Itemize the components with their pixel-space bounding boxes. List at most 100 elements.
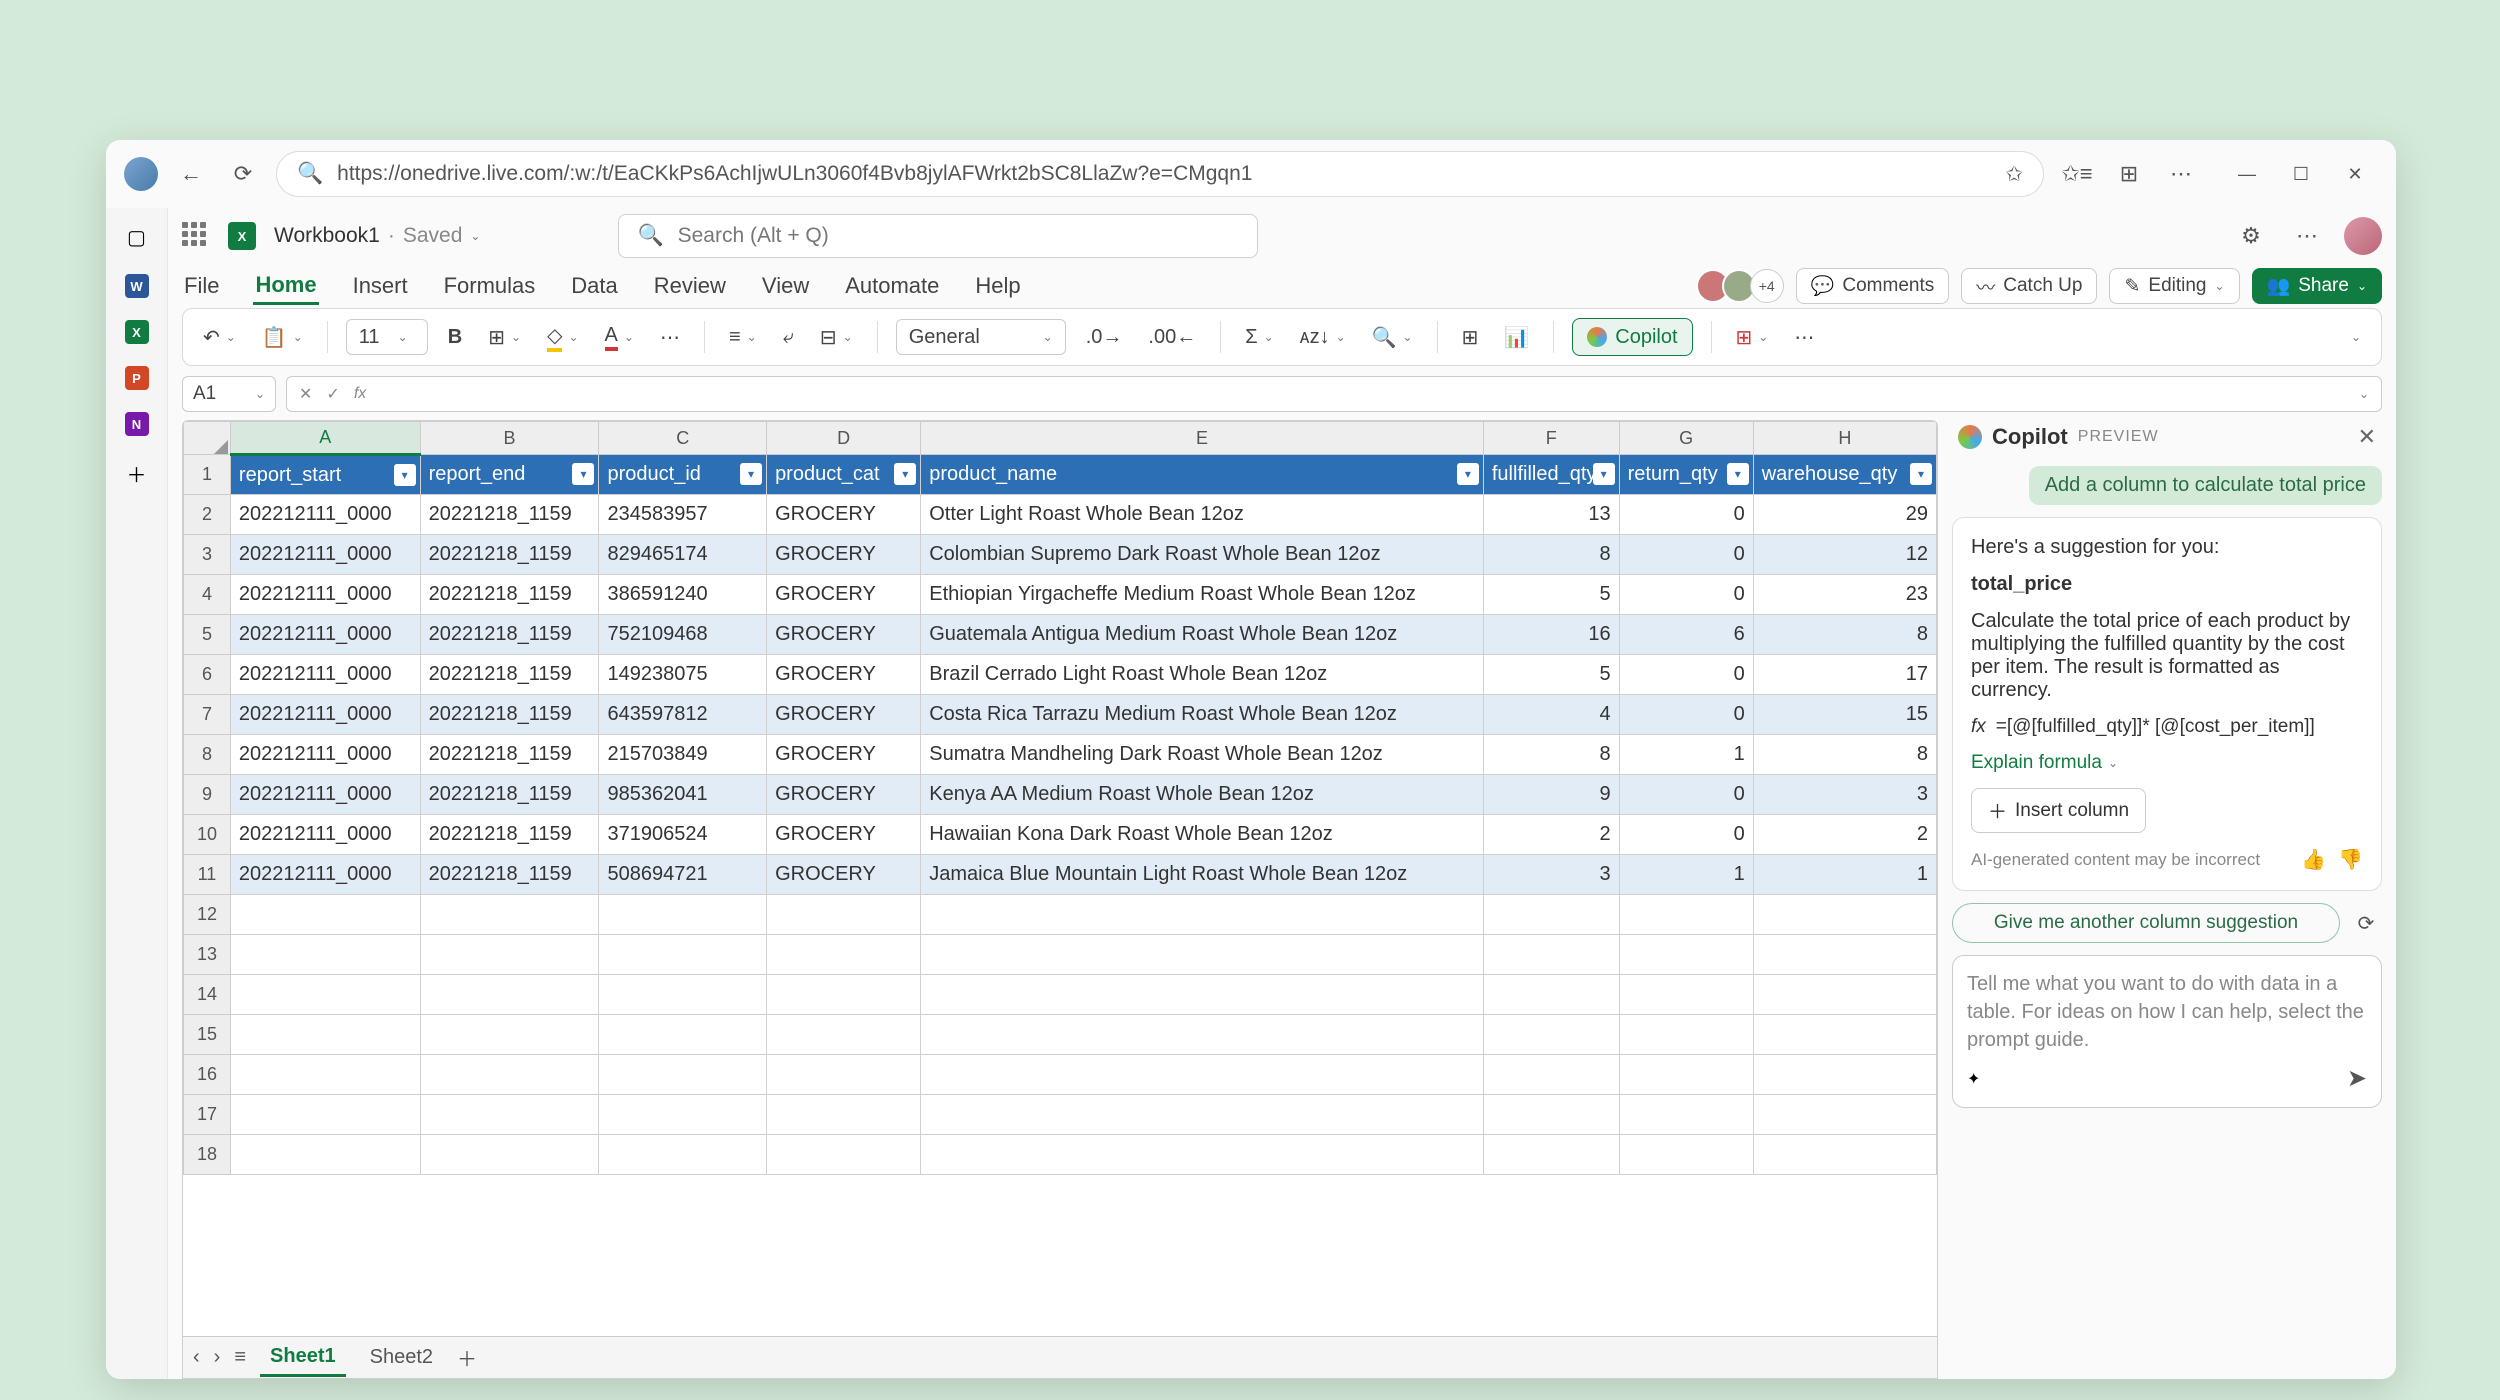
tab-formulas[interactable]: Formulas [442,269,538,303]
data-cell[interactable]: 20221218_1159 [420,735,599,775]
empty-cell[interactable] [1753,935,1936,975]
data-cell[interactable]: 8 [1483,535,1619,575]
data-cell[interactable]: 12 [1753,535,1936,575]
wrap-text-button[interactable]: ⤶ [777,319,800,355]
data-cell[interactable]: 202212111_0000 [230,535,420,575]
data-cell[interactable]: 1 [1619,855,1753,895]
profile-avatar[interactable] [124,157,158,191]
col-header[interactable]: H [1753,422,1936,455]
empty-cell[interactable] [767,1135,921,1175]
data-cell[interactable]: Sumatra Mandheling Dark Roast Whole Bean… [921,735,1484,775]
empty-cell[interactable] [1619,1055,1753,1095]
empty-cell[interactable] [1483,1055,1619,1095]
filter-icon[interactable]: ▾ [740,463,762,485]
name-box[interactable]: A1⌄ [182,376,276,412]
data-cell[interactable]: 985362041 [599,775,767,815]
expand-formula-icon[interactable]: ⌄ [2359,387,2369,401]
decrease-decimal-icon[interactable]: .00← [1142,319,1202,355]
close-button[interactable]: ✕ [2332,155,2378,193]
data-cell[interactable]: 20221218_1159 [420,815,599,855]
empty-cell[interactable] [230,895,420,935]
empty-cell[interactable] [921,975,1484,1015]
account-avatar[interactable] [2344,217,2382,255]
empty-cell[interactable] [420,1095,599,1135]
comments-button[interactable]: 💬 Comments [1796,268,1950,304]
data-cell[interactable]: 643597812 [599,695,767,735]
row-header[interactable]: 9 [184,775,231,815]
row-header[interactable]: 12 [184,895,231,935]
empty-cell[interactable] [1483,895,1619,935]
empty-cell[interactable] [1483,1095,1619,1135]
ribbon-expand-icon[interactable]: ⌄ [2345,319,2367,355]
align-button[interactable]: ≡⌄ [723,319,763,355]
empty-cell[interactable] [599,1135,767,1175]
empty-cell[interactable] [1483,975,1619,1015]
grid-table[interactable]: ABCDEFGH1report_start▾report_end▾product… [183,421,1937,1175]
cancel-formula-icon[interactable]: ✕ [299,384,312,404]
empty-cell[interactable] [1483,1015,1619,1055]
app-launcher-icon[interactable] [182,222,210,250]
onenote-app-icon[interactable]: N [125,412,149,436]
toolbar-overflow-icon[interactable]: ⋯ [1788,319,1820,355]
empty-cell[interactable] [767,1055,921,1095]
explain-formula-link[interactable]: Explain formula⌄ [1971,752,2363,774]
thumbs-down-icon[interactable]: 👎 [2338,847,2363,872]
data-cell[interactable]: GROCERY [767,495,921,535]
editing-mode-button[interactable]: ✎ Editing ⌄ [2109,268,2239,304]
copilot-prompt-input[interactable]: Tell me what you want to do with data in… [1952,955,2382,1108]
table-header-cell[interactable]: product_id▾ [599,455,767,495]
data-cell[interactable]: 371906524 [599,815,767,855]
sort-filter-button[interactable]: ᴀᴢ↓⌄ [1294,319,1352,355]
row-header[interactable]: 3 [184,535,231,575]
sheet-tab-2[interactable]: Sheet2 [360,1340,443,1375]
addins-icon[interactable]: ⊞ [1456,319,1485,355]
row-header[interactable]: 14 [184,975,231,1015]
data-cell[interactable]: 234583957 [599,495,767,535]
empty-cell[interactable] [767,895,921,935]
empty-cell[interactable] [921,1095,1484,1135]
autosum-button[interactable]: Σ⌄ [1239,319,1279,355]
table-header-cell[interactable]: fullfilled_qty▾ [1483,455,1619,495]
data-cell[interactable]: Colombian Supremo Dark Roast Whole Bean … [921,535,1484,575]
data-cell[interactable]: GROCERY [767,855,921,895]
sheet-prev-icon[interactable]: ‹ [193,1346,200,1369]
empty-cell[interactable] [1619,1095,1753,1135]
empty-cell[interactable] [599,1095,767,1135]
data-cell[interactable]: 202212111_0000 [230,815,420,855]
powerpoint-app-icon[interactable]: P [125,366,149,390]
row-header[interactable]: 5 [184,615,231,655]
filter-icon[interactable]: ▾ [894,463,916,485]
data-cell[interactable]: GROCERY [767,775,921,815]
table-header-cell[interactable]: report_end▾ [420,455,599,495]
data-cell[interactable]: 1 [1753,855,1936,895]
data-cell[interactable]: Otter Light Roast Whole Bean 12oz [921,495,1484,535]
fill-color-button[interactable]: ◇⌄ [541,319,584,355]
data-cell[interactable]: 202212111_0000 [230,575,420,615]
presence-avatars[interactable]: +4 [1704,269,1784,303]
empty-cell[interactable] [767,935,921,975]
maximize-button[interactable]: ☐ [2278,155,2324,193]
collections-icon[interactable]: ⊞ [2110,155,2148,193]
empty-cell[interactable] [230,1055,420,1095]
insert-column-button[interactable]: ＋ Insert column [1971,788,2146,833]
data-cell[interactable]: 508694721 [599,855,767,895]
data-cell[interactable]: 20221218_1159 [420,695,599,735]
col-header[interactable]: C [599,422,767,455]
data-cell[interactable]: 752109468 [599,615,767,655]
empty-cell[interactable] [1619,975,1753,1015]
empty-cell[interactable] [767,1095,921,1135]
back-button[interactable]: ← [172,155,210,193]
empty-cell[interactable] [230,1095,420,1135]
find-button[interactable]: 🔍⌄ [1366,319,1419,355]
data-cell[interactable]: 20221218_1159 [420,855,599,895]
empty-cell[interactable] [599,895,767,935]
col-header[interactable]: E [921,422,1484,455]
formula-bar[interactable]: ✕ ✓ fx ⌄ [286,376,2382,412]
copilot-close-icon[interactable]: ✕ [2358,424,2376,450]
table-header-cell[interactable]: product_cat▾ [767,455,921,495]
data-cell[interactable]: 2 [1753,815,1936,855]
more-options-icon[interactable]: ⋯ [2288,217,2326,255]
number-format-select[interactable]: General⌄ [896,319,1066,355]
data-cell[interactable]: 13 [1483,495,1619,535]
font-size-select[interactable]: 11⌄ [346,319,428,355]
